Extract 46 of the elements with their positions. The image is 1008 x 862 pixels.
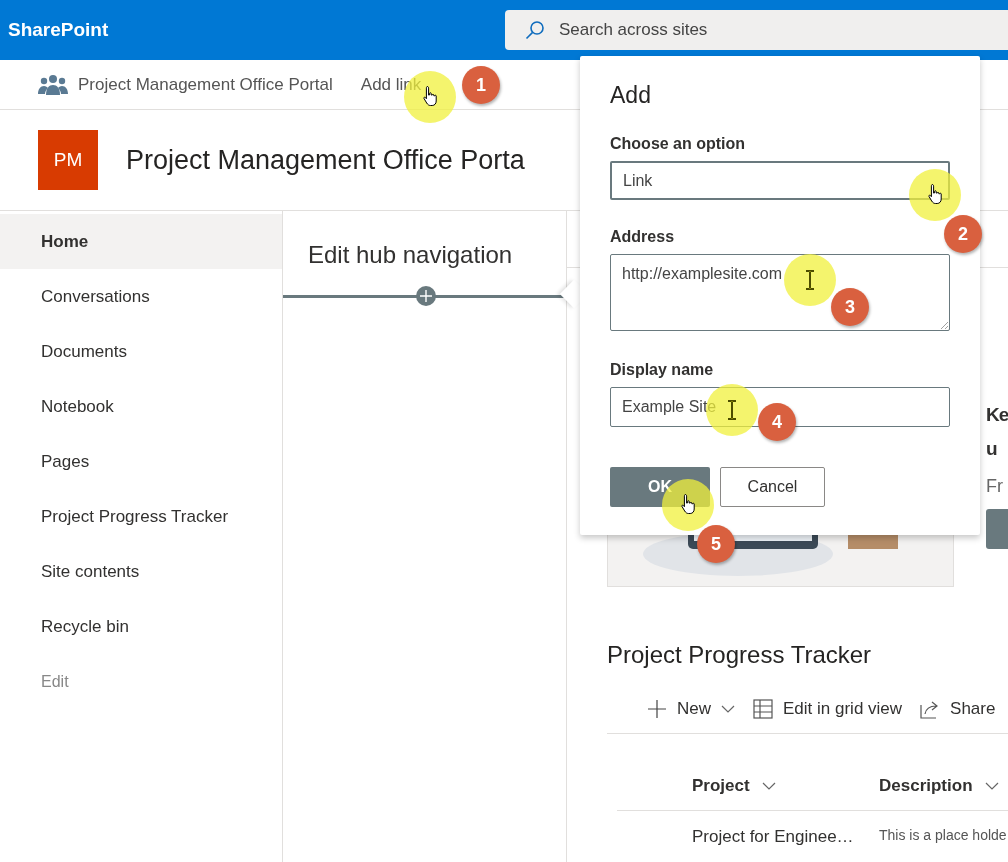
field-label: Address	[610, 228, 676, 246]
cancel-button[interactable]: Cancel	[720, 467, 825, 507]
hero-heading: u	[986, 437, 998, 461]
hub-site-link[interactable]: Project Management Office Portal	[78, 74, 333, 95]
plus-icon	[647, 699, 667, 719]
site-logo: PM	[38, 130, 98, 190]
sidebar-item[interactable]: Recycle bin	[0, 599, 282, 654]
people-icon	[38, 73, 68, 96]
hand-cursor-icon	[928, 183, 944, 205]
add-icon[interactable]	[416, 286, 436, 306]
toolbar-button[interactable]: Edit in grid view	[753, 699, 903, 719]
chevron-icon	[721, 705, 735, 713]
column-header[interactable]: Description	[879, 776, 999, 796]
table-cell-text: This is a place holde	[879, 827, 1007, 845]
sidebar-item[interactable]: Notebook	[0, 379, 282, 434]
site-title: Project Management Office Porta	[126, 144, 525, 176]
search-field[interactable]: Search across sites	[505, 10, 1008, 50]
hand-cursor-icon	[681, 493, 697, 515]
sidebar-item[interactable]: Home	[0, 214, 282, 269]
resize-grip-icon	[940, 321, 948, 329]
sidebar-item[interactable]: Documents	[0, 324, 282, 379]
panel-title: Edit hub navigation	[308, 241, 514, 270]
sidebar-item[interactable]: Pages	[0, 434, 282, 489]
hero-heading: Ke	[986, 403, 1008, 427]
toolbar-button[interactable]: New	[647, 699, 735, 719]
sidebar-item[interactable]: Site contents	[0, 544, 282, 599]
field-label: Choose an option	[610, 135, 747, 153]
list-title: Project Progress Tracker	[607, 641, 873, 669]
field-label: Display name	[610, 361, 715, 379]
text-cursor-icon	[727, 400, 737, 420]
sidebar-item[interactable]: Project Progress Tracker	[0, 489, 282, 544]
toolbar-button[interactable]: Share	[920, 699, 996, 719]
chevron-icon	[984, 782, 999, 790]
chevron-icon	[761, 782, 776, 790]
grid-icon	[753, 699, 773, 719]
table-cell-text: Project for Enginee…	[692, 827, 855, 847]
option-dropdown[interactable]: Link	[610, 161, 950, 200]
search-icon	[525, 20, 545, 40]
column-header[interactable]: Project	[692, 776, 879, 796]
text-cursor-icon	[805, 270, 815, 290]
hand-cursor-icon	[423, 85, 439, 107]
hero-text: Fr	[986, 476, 1004, 497]
step-number: 1	[462, 66, 500, 104]
sidebar-item[interactable]: Conversations	[0, 269, 282, 324]
dialog-title: Add	[610, 82, 652, 109]
app-name[interactable]: SharePoint	[8, 19, 505, 41]
